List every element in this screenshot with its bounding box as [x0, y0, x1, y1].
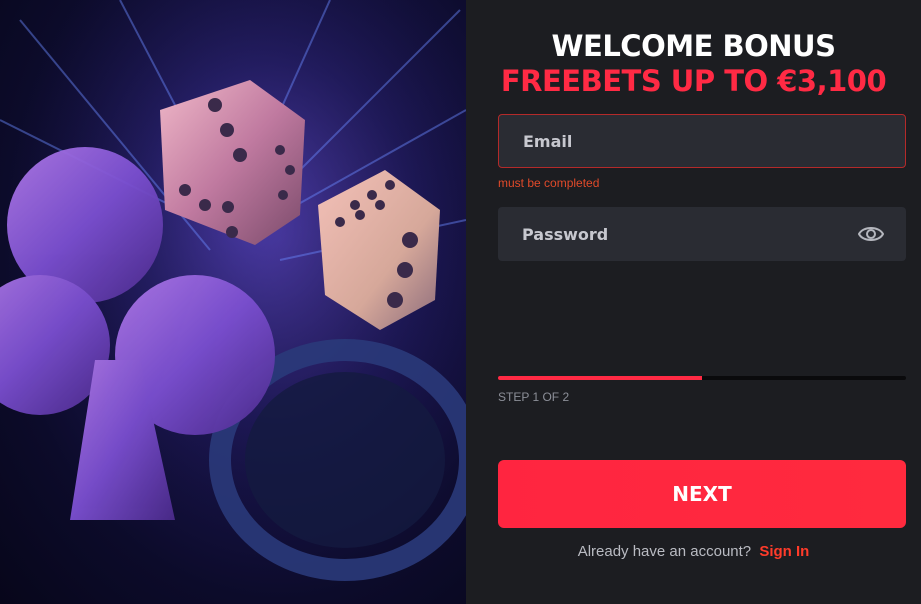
eye-icon[interactable]: [858, 223, 884, 245]
step-indicator: STEP 1 OF 2: [498, 390, 570, 404]
next-button[interactable]: NEXT: [498, 460, 906, 528]
email-field[interactable]: [498, 114, 906, 168]
welcome-title: WELCOME BONUS: [551, 29, 836, 63]
bonus-subtitle: FREEBETS UP TO €3,100: [500, 64, 887, 98]
email-error-message: must be completed: [498, 176, 600, 190]
casino-illustration: [0, 0, 466, 604]
signup-panel: WELCOME BONUS FREEBETS UP TO €3,100 must…: [466, 0, 921, 604]
email-input[interactable]: [499, 115, 905, 167]
signin-row: Already have an account? Sign In: [466, 543, 921, 560]
signin-link[interactable]: Sign In: [759, 543, 809, 560]
signin-prompt: Already have an account?: [577, 543, 752, 560]
progress-fill: [498, 376, 702, 380]
password-field[interactable]: [498, 207, 906, 261]
password-input[interactable]: [498, 207, 906, 261]
signup-screen: WELCOME BONUS FREEBETS UP TO €3,100 must…: [0, 0, 921, 604]
promo-artwork: [0, 0, 466, 604]
progress-bar: [498, 376, 906, 380]
